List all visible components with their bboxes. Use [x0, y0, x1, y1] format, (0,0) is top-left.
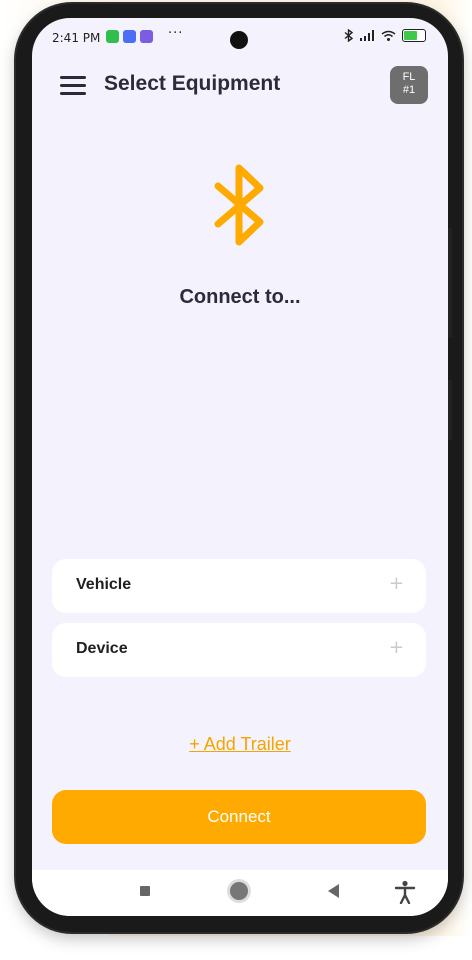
app-notification-icon: [106, 30, 119, 43]
menu-icon[interactable]: [60, 76, 86, 96]
battery-icon: [402, 29, 426, 42]
connect-heading: Connect to...: [179, 286, 301, 308]
status-right-icons: [344, 29, 426, 42]
status-bar: 2:41 PM ···: [32, 18, 448, 58]
back-icon[interactable]: [328, 884, 339, 898]
vehicle-label: Vehicle: [76, 576, 132, 593]
add-device-icon[interactable]: +: [389, 637, 404, 658]
badge-line2: #1: [402, 84, 416, 96]
system-nav-bar: [32, 870, 448, 916]
wifi-icon: [381, 30, 396, 41]
app-notification-icon: [123, 30, 136, 43]
app-header: Select Equipment FL #1: [32, 66, 448, 110]
badge-line1: FL: [402, 71, 416, 83]
add-vehicle-icon[interactable]: +: [389, 573, 404, 594]
connect-button[interactable]: Connect: [52, 790, 426, 844]
bluetooth-icon: [214, 164, 264, 246]
add-trailer-link[interactable]: + Add Trailer: [32, 734, 448, 755]
recents-icon[interactable]: [140, 886, 150, 896]
front-camera: [230, 31, 248, 49]
status-time: 2:41 PM: [52, 31, 101, 45]
accessibility-icon[interactable]: [394, 880, 416, 904]
home-icon[interactable]: [230, 882, 248, 900]
bluetooth-status-icon: [344, 29, 353, 42]
notification-icons: [106, 30, 153, 43]
signal-icon: [360, 29, 374, 41]
device-field[interactable]: Device +: [52, 623, 426, 677]
status-more: ···: [168, 26, 184, 41]
page-title: Select Equipment: [104, 72, 281, 95]
device-label: Device: [76, 640, 128, 657]
app-notification-icon: [140, 30, 153, 43]
phone-screen: 2:41 PM ··· Select Equipment FL #1 Conne…: [32, 18, 448, 916]
fleet-badge[interactable]: FL #1: [390, 66, 428, 104]
vehicle-field[interactable]: Vehicle +: [52, 559, 426, 613]
